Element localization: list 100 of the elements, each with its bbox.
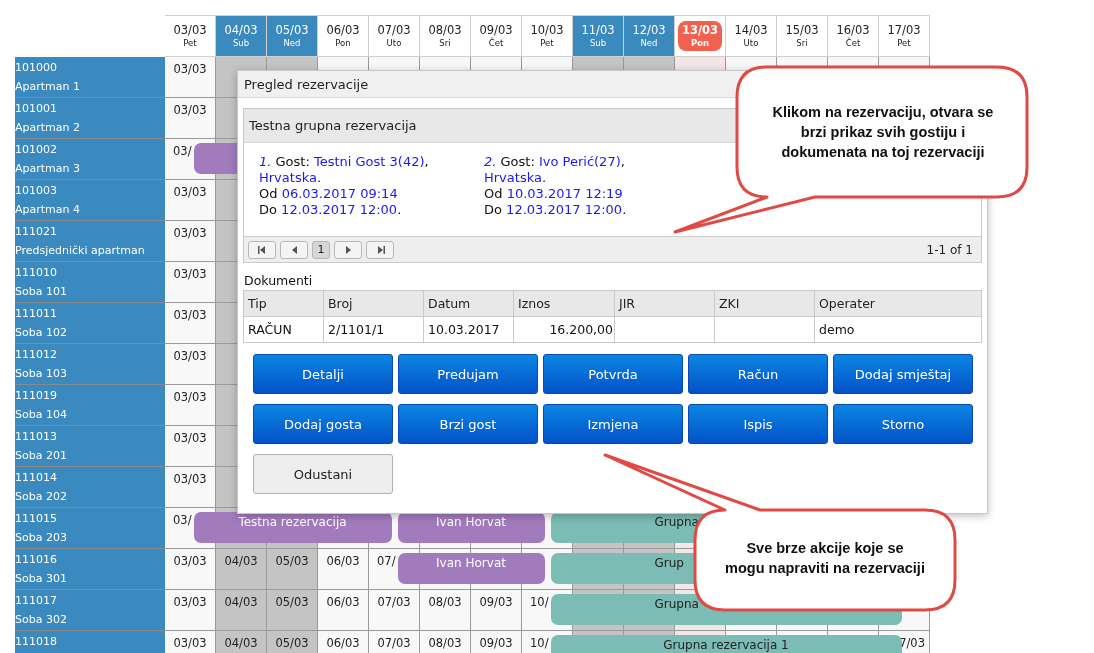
text-link[interactable]: 12.03.2017 12:00 bbox=[506, 202, 623, 217]
room-code: 111012 bbox=[15, 347, 58, 363]
day-name: Pet bbox=[183, 38, 197, 49]
room-code: 111014 bbox=[15, 470, 58, 486]
day-name: Pet bbox=[540, 38, 554, 49]
text-link[interactable]: 12.03.2017 12:00 bbox=[281, 202, 398, 217]
guest-line: 1. Gost: Testni Gost 3(42), bbox=[259, 154, 430, 170]
text-link[interactable]: 10.03.2017 12:19 bbox=[506, 186, 623, 201]
step-forward-icon bbox=[343, 244, 353, 255]
date-cell: 05/03 bbox=[267, 631, 318, 653]
booking-bar[interactable]: Grupna rezervacija 1 bbox=[550, 635, 902, 653]
guest-line: Od 06.03.2017 09:14 bbox=[259, 186, 399, 202]
date-cell: 09/03 bbox=[471, 631, 522, 653]
action-button[interactable]: Račun bbox=[688, 354, 828, 394]
guest-line: Hrvatska. bbox=[484, 170, 548, 186]
text-link[interactable]: Testni Gost 3(42) bbox=[313, 154, 425, 169]
room-code: 101002 bbox=[15, 142, 58, 158]
date-cell: 07/03 bbox=[369, 631, 420, 653]
booking-bar[interactable]: Testna rezervacija bbox=[193, 512, 392, 543]
action-button[interactable]: Storno bbox=[833, 404, 973, 444]
action-button[interactable]: Predujam bbox=[398, 354, 538, 394]
room-name: Soba 301 bbox=[15, 571, 68, 587]
day-date: 09/03 bbox=[479, 23, 513, 37]
day-date: 17/03 bbox=[887, 23, 921, 38]
day-name: Ned bbox=[283, 38, 301, 49]
date-cell: 03/03 bbox=[165, 57, 216, 98]
room-code: 111010 bbox=[15, 265, 58, 281]
booking-bar[interactable]: Ivan Horvat bbox=[397, 553, 545, 584]
room-code: 111015 bbox=[15, 511, 58, 527]
text-link[interactable]: Ivo Perić(27) bbox=[538, 154, 621, 169]
date-cell: 03/03 bbox=[165, 98, 216, 139]
room-code: 111019 bbox=[15, 388, 58, 404]
date-cell: 09/03 bbox=[471, 590, 522, 631]
previous-page-button[interactable] bbox=[280, 240, 308, 259]
day-name: Ned bbox=[640, 38, 658, 49]
room-code: 111017 bbox=[15, 593, 58, 609]
date-cell: 06/03 bbox=[318, 549, 369, 590]
column-header: Broj bbox=[324, 291, 424, 317]
day-name: Sri bbox=[796, 38, 808, 49]
action-button[interactable]: Dodaj smještaj bbox=[833, 354, 973, 394]
column-header: Tip bbox=[244, 291, 324, 317]
last-page-button[interactable] bbox=[366, 240, 394, 259]
date-cell: 03/03 bbox=[165, 426, 216, 467]
table-cell: 16.200,00 bbox=[514, 317, 615, 343]
action-button[interactable]: Izmjena bbox=[543, 404, 683, 444]
first-page-button[interactable] bbox=[248, 240, 276, 259]
room-code: 101000 bbox=[15, 60, 58, 76]
date-cell: 05/03 bbox=[267, 590, 318, 631]
action-button[interactable]: Brzi gost bbox=[398, 404, 538, 444]
column-header: Operater bbox=[815, 291, 982, 317]
date-cell: 04/03 bbox=[216, 590, 267, 631]
day-date: 06/03 bbox=[326, 23, 360, 38]
cancel-button[interactable]: Odustani bbox=[253, 454, 393, 494]
table-cell: demo bbox=[815, 317, 982, 343]
guest-line: Do 12.03.2017 12:00. bbox=[484, 202, 628, 218]
date-cell: 07/03 bbox=[369, 590, 420, 631]
room-code: 111013 bbox=[15, 429, 58, 445]
day-date: 07/03 bbox=[377, 23, 411, 38]
room-code: 111018 bbox=[15, 634, 58, 650]
action-button[interactable]: Potvrda bbox=[543, 354, 683, 394]
column-header: Iznos bbox=[514, 291, 615, 317]
room-name: Soba 302 bbox=[15, 612, 68, 628]
action-button[interactable]: Dodaj gosta bbox=[253, 404, 393, 444]
next-page-button[interactable] bbox=[334, 240, 362, 259]
section-label: Dokumenti bbox=[244, 273, 314, 288]
table-cell: RAČUN bbox=[244, 317, 324, 343]
table-cell: 2/1101/1 bbox=[324, 317, 424, 343]
action-button[interactable]: Ispis bbox=[688, 404, 828, 444]
room-code: 101001 bbox=[15, 101, 58, 117]
day-name: Sub bbox=[589, 38, 607, 49]
day-name: Pon bbox=[690, 38, 710, 49]
date-cell: 04/03 bbox=[216, 549, 267, 590]
skip-forward-icon bbox=[375, 244, 385, 255]
guest-line: 2. Gost: Ivo Perić(27), bbox=[484, 154, 626, 170]
action-button[interactable]: Detalji bbox=[253, 354, 393, 394]
callout-tooltip: Klikom na rezervaciju, otvara se brzi prikaz svih gostiju i dokumenata na toj rezervaciji bbox=[672, 64, 1032, 236]
table-cell: 10.03.2017 bbox=[424, 317, 514, 343]
day-date: 03/03 bbox=[173, 23, 207, 38]
room-name: Apartman 1 bbox=[15, 79, 81, 95]
guest-line: Do 12.03.2017 12:00. bbox=[259, 202, 403, 218]
date-cell: 05/03 bbox=[267, 549, 318, 590]
day-name: Pon bbox=[335, 38, 351, 49]
day-date: 13/03 bbox=[681, 23, 719, 38]
text-link[interactable]: Hrvatska bbox=[259, 170, 317, 185]
room-code: 111011 bbox=[15, 306, 58, 322]
page-button[interactable]: 1 bbox=[312, 240, 330, 259]
date-cell: 03/03 bbox=[165, 303, 216, 344]
room-code: 101003 bbox=[15, 183, 58, 199]
day-name: Sri bbox=[439, 38, 451, 49]
room-name: Apartman 4 bbox=[15, 202, 81, 218]
text-link[interactable]: Hrvatska bbox=[484, 170, 542, 185]
day-date: 05/03 bbox=[275, 23, 309, 38]
day-name: Čet bbox=[845, 38, 861, 49]
date-cell: 06/03 bbox=[318, 590, 369, 631]
date-cell: 08/03 bbox=[420, 590, 471, 631]
guest-line: Od 10.03.2017 12:19 bbox=[484, 186, 624, 202]
text-link[interactable]: 06.03.2017 09:14 bbox=[281, 186, 398, 201]
booking-bar[interactable]: Ivan Horvat bbox=[397, 512, 545, 543]
date-cell: 03/03 bbox=[165, 221, 216, 262]
date-cell: 03/03 bbox=[165, 549, 216, 590]
